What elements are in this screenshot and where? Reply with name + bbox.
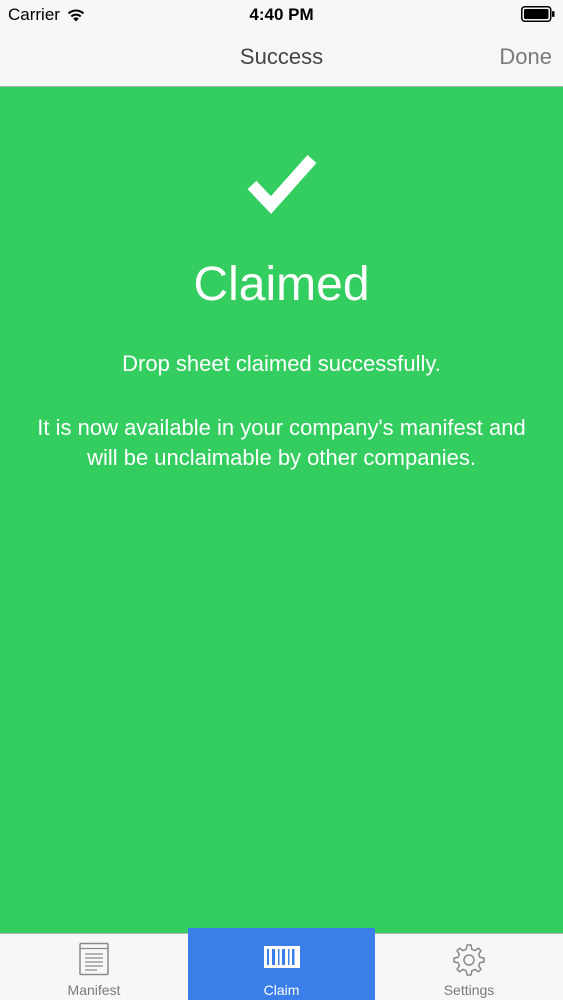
success-panel: Claimed Drop sheet claimed successfully.…: [0, 87, 563, 933]
tab-bar: Manifest Claim Settings: [0, 928, 563, 1000]
navigation-bar: Success Done: [0, 30, 563, 87]
barcode-icon: [263, 946, 300, 968]
nav-title: Success: [239, 44, 324, 69]
checkmark-icon: [247, 155, 317, 214]
claimed-title: Claimed: [193, 258, 370, 311]
status-time: 4:40 PM: [249, 5, 314, 24]
tab-label-claim: Claim: [263, 982, 300, 998]
tab-label-manifest: Manifest: [67, 982, 121, 998]
availability-message: It is now available in your company's ma…: [37, 415, 526, 470]
document-list-icon: [79, 942, 109, 976]
success-message: Drop sheet claimed successfully.: [122, 351, 441, 376]
success-screen: Carrier 4:40 PM Success Done Claimed Dro…: [0, 0, 563, 1000]
tab-settings[interactable]: Settings: [375, 934, 563, 1000]
battery-icon: [521, 6, 555, 22]
tab-claim[interactable]: Claim: [188, 928, 375, 1000]
tab-manifest[interactable]: Manifest: [0, 934, 188, 1000]
status-bar: Carrier 4:40 PM: [0, 0, 563, 30]
done-button[interactable]: Done: [499, 44, 552, 70]
tab-label-settings: Settings: [443, 982, 495, 998]
gear-icon: [453, 944, 485, 976]
